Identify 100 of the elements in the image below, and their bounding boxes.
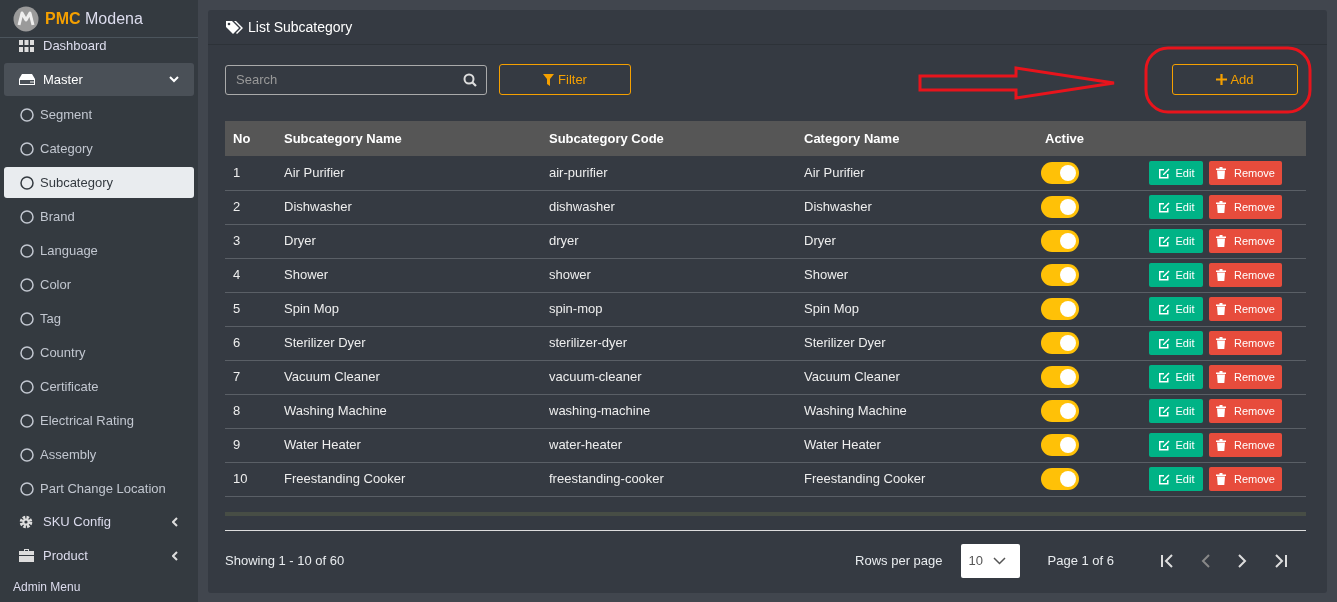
active-toggle[interactable] <box>1041 332 1079 354</box>
column-header: Subcategory Code <box>541 121 796 156</box>
column-header: No <box>225 121 276 156</box>
grid-icon <box>19 39 34 52</box>
remove-button[interactable]: Remove <box>1209 331 1282 355</box>
remove-button[interactable]: Remove <box>1209 365 1282 389</box>
table-cell: 7 <box>225 360 276 394</box>
sidebar-item[interactable]: SKU Config <box>4 505 194 538</box>
edit-icon <box>1157 166 1170 179</box>
active-toggle[interactable] <box>1041 298 1079 320</box>
sidebar-subitem[interactable]: Subcategory <box>4 167 194 198</box>
chevron-left-icon <box>172 516 179 527</box>
sidebar-subitem[interactable]: Part Change Location <box>4 473 194 504</box>
sidebar-subitem[interactable]: Brand <box>4 201 194 232</box>
circle-icon <box>20 243 34 258</box>
chevron-left-icon <box>172 550 179 561</box>
remove-button[interactable]: Remove <box>1209 195 1282 219</box>
table-cell: Dryer <box>796 224 1037 258</box>
sidebar-subitem[interactable]: Assembly <box>4 439 194 470</box>
edit-icon <box>1157 473 1170 485</box>
section-heading: Admin Menu <box>12 579 82 596</box>
active-toggle[interactable] <box>1041 230 1079 252</box>
table-cell: Air Purifier <box>276 156 541 190</box>
table-cell: spin-mop <box>541 292 796 326</box>
search-field[interactable]: Search <box>225 64 487 95</box>
column-header: Category Name <box>796 121 1037 156</box>
logo-icon <box>13 5 39 32</box>
sidebar-subitem[interactable]: Color <box>4 269 194 300</box>
table-cell: Washing Machine <box>276 394 541 428</box>
circle-icon <box>20 379 34 394</box>
edit-button[interactable]: Edit <box>1149 160 1203 185</box>
circle-icon <box>20 311 34 326</box>
previous-page-icon[interactable] <box>1201 553 1211 568</box>
table-cell: 6 <box>225 326 276 360</box>
active-toggle[interactable] <box>1041 434 1079 456</box>
edit-button[interactable]: Edit <box>1149 365 1203 389</box>
sidebar-subitem[interactable]: Category <box>4 133 194 164</box>
table-cell: Spin Mop <box>796 292 1037 326</box>
table-cell: Sterilizer Dyer <box>276 326 541 360</box>
active-toggle[interactable] <box>1041 366 1079 388</box>
active-toggle[interactable] <box>1041 400 1079 422</box>
table-cell: 5 <box>225 292 276 326</box>
edit-button[interactable]: Edit <box>1149 331 1203 355</box>
table-cell: 4 <box>225 258 276 292</box>
table-cell: Washing Machine <box>796 394 1037 428</box>
edit-button[interactable]: Edit <box>1149 467 1203 491</box>
trash-icon <box>1216 201 1226 213</box>
edit-icon <box>1157 439 1170 451</box>
active-toggle[interactable] <box>1041 264 1079 286</box>
table-cell: Sterilizer Dyer <box>796 326 1037 360</box>
edit-button[interactable]: Edit <box>1149 263 1203 287</box>
filter-button[interactable]: Filter <box>499 64 631 95</box>
add-button[interactable]: Add <box>1172 64 1298 95</box>
trash-icon <box>1216 166 1226 179</box>
circle-icon <box>20 277 34 292</box>
table-cell: dishwasher <box>541 190 796 224</box>
edit-button[interactable]: Edit <box>1149 297 1203 321</box>
hard-drive-icon <box>19 74 35 85</box>
table-cell: 2 <box>225 190 276 224</box>
table-cell: 9 <box>225 428 276 462</box>
sidebar-subitem[interactable]: Electrical Rating <box>4 405 194 436</box>
trash-icon <box>1216 303 1226 315</box>
first-page-icon[interactable] <box>1160 553 1175 568</box>
remove-button[interactable]: Remove <box>1209 297 1282 321</box>
sidebar-item[interactable]: Master <box>4 63 194 96</box>
edit-icon <box>1157 405 1170 417</box>
sidebar-subitem[interactable]: Segment <box>4 99 194 130</box>
active-toggle[interactable] <box>1041 196 1079 218</box>
edit-button[interactable]: Edit <box>1149 399 1203 423</box>
edit-button[interactable]: Edit <box>1149 433 1203 457</box>
next-page-icon[interactable] <box>1237 553 1247 568</box>
sidebar-subitem[interactable]: Tag <box>4 303 194 334</box>
page-indicator: Page 1 of 6 <box>1047 551 1114 570</box>
table-cell: Dryer <box>276 224 541 258</box>
remove-button[interactable]: Remove <box>1209 399 1282 423</box>
edit-button[interactable]: Edit <box>1149 229 1203 253</box>
active-toggle[interactable] <box>1041 468 1079 490</box>
remove-button[interactable]: Remove <box>1209 160 1282 185</box>
page-title: List Subcategory <box>248 17 353 37</box>
sidebar-item[interactable]: Product <box>4 539 194 572</box>
rows-per-page-label: Rows per page <box>855 551 943 570</box>
last-page-icon[interactable] <box>1273 553 1288 568</box>
circle-icon <box>20 481 34 496</box>
edit-button[interactable]: Edit <box>1149 195 1203 219</box>
rows-per-page-select[interactable]: 10 <box>960 543 1020 578</box>
table-cell: Vacuum Cleaner <box>276 360 541 394</box>
sidebar-item[interactable]: Dashboard <box>4 38 194 62</box>
remove-button[interactable]: Remove <box>1209 263 1282 287</box>
sidebar-subitem[interactable]: Language <box>4 235 194 266</box>
active-toggle[interactable] <box>1041 161 1079 184</box>
remove-button[interactable]: Remove <box>1209 467 1282 491</box>
sidebar-subitem[interactable]: Country <box>4 337 194 368</box>
remove-button[interactable]: Remove <box>1209 229 1282 253</box>
table-cell: sterilizer-dyer <box>541 326 796 360</box>
remove-button[interactable]: Remove <box>1209 433 1282 457</box>
table-cell: Water Heater <box>796 428 1037 462</box>
column-header: Subcategory Name <box>276 121 541 156</box>
circle-icon <box>20 447 34 462</box>
table-cell: vacuum-cleaner <box>541 360 796 394</box>
sidebar-subitem[interactable]: Certificate <box>4 371 194 402</box>
